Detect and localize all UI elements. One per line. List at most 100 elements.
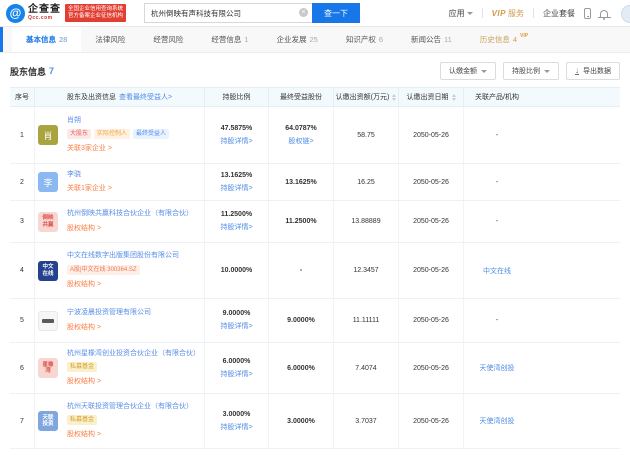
col-header-benefit: 最终受益股份 <box>268 88 333 106</box>
shareholding-detail-link[interactable]: 持股详情> <box>220 321 252 331</box>
shareholder-name-link[interactable]: 肖朔 <box>67 117 81 125</box>
mobile-app-icon[interactable] <box>584 8 591 19</box>
table-row: 6星橡湾 杭州星橡湾创业投资合伙企业（有限合伙） 私募基金股权结构 > 6.0000%… <box>10 343 620 394</box>
avatar-text: 李 <box>43 176 52 189</box>
related-product-value: - <box>496 179 498 186</box>
tab-label: 知识产权 <box>346 34 376 45</box>
date-value: 2050-05-26 <box>413 132 449 139</box>
tab-intellectual-property[interactable]: 知识产权6 <box>332 27 397 52</box>
shareholder-cell: 天联投资杭州天联投资管理合伙企业（有限合伙）私募基金股权结构 > <box>34 394 204 448</box>
sort-icon[interactable] <box>452 94 456 101</box>
chevron-down-icon <box>481 70 487 73</box>
shareholding-detail-link[interactable]: 持股详情> <box>220 183 252 193</box>
subscribed-capital-filter-button[interactable]: 认缴金额 <box>440 62 496 80</box>
shareholder-tag: A股|中文在线 300364.SZ <box>67 265 140 275</box>
related-product-value: - <box>496 218 498 225</box>
qcc-logo-icon[interactable]: @ <box>6 4 25 23</box>
shareholding-detail-link[interactable]: 持股详情> <box>220 422 252 432</box>
shareholder-name-link[interactable]: 中文在线数字出版集团股份有限公司 <box>67 252 179 260</box>
ratio-value: 6.0000% <box>223 358 251 365</box>
shareholder-avatar: 星橡湾 <box>38 358 58 378</box>
date-value: 2050-05-26 <box>413 218 449 225</box>
shareholder-sub-link[interactable]: 关联1家企业 > <box>67 183 112 193</box>
top-bar: @ 企查查 Qcc.com 全国企业信用查询系统 官方备案企业征信机构 × 查一… <box>0 0 630 27</box>
related-product-value[interactable]: 天使湾创投 <box>480 416 515 426</box>
benefit-value: - <box>300 267 302 274</box>
shareholder-tags: A股|中文在线 300364.SZ <box>67 265 140 275</box>
col-header-date-label: 认缴出资日期 <box>407 92 449 102</box>
related-cell: - <box>463 299 620 342</box>
brand-name: 企查查 <box>28 5 61 15</box>
tab-label: 基本信息 <box>26 34 56 45</box>
shareholder-sub-link[interactable]: 股权结构 > <box>67 322 101 332</box>
shareholder-info: 宁波凌晨投资管理有限公司股权结构 > <box>67 309 151 331</box>
subscribed-capital-filter-label: 认缴金额 <box>449 66 477 76</box>
table-header-row: 序号 股东及出资信息 查看最终受益人> 持股比例 最终受益股份 认缴出资额(万元… <box>10 87 620 107</box>
table-row: 5宁波凌晨投资管理有限公司股权结构 >9.0000%持股详情>9.0000%11… <box>10 299 620 343</box>
shareholder-sub-link[interactable]: 股权结构 > <box>67 429 101 439</box>
brand-block[interactable]: 企查查 Qcc.com <box>28 5 61 21</box>
tab-company-development[interactable]: 企业发展25 <box>263 27 332 52</box>
shareholder-sub-link[interactable]: 股权结构 > <box>67 223 101 233</box>
vip-service-link[interactable]: VIP 服务 <box>492 8 524 19</box>
shareholder-sub-link[interactable]: 股权结构 > <box>67 279 101 289</box>
amount-value: 11.11111 <box>353 317 380 324</box>
shareholder-name-link[interactable]: 杭州星橡湾创业投资合伙企业（有限合伙） <box>67 350 200 358</box>
shareholder-cell: 李 李骁关联1家企业 > <box>34 164 204 200</box>
ratio-value: 3.0000% <box>223 411 251 418</box>
badge-line1: 全国企业信用查询系统 <box>68 6 123 13</box>
row-index: 6 <box>10 343 34 393</box>
tab-basic-info[interactable]: 基本信息28 <box>12 27 81 52</box>
shareholder-sub-link[interactable]: 关联3家企业 > <box>67 143 112 153</box>
sort-icon[interactable] <box>392 94 396 101</box>
search-input[interactable] <box>144 3 312 23</box>
view-ultimate-beneficiary-link[interactable]: 查看最终受益人> <box>119 92 172 102</box>
col-header-shareholder-label: 股东及出资信息 <box>67 92 116 102</box>
apps-menu-label: 应用 <box>449 8 465 19</box>
equity-chain-link[interactable]: 股权链> <box>288 136 313 146</box>
col-header-ratio: 持股比例 <box>204 88 268 106</box>
tab-count: 25 <box>310 35 318 44</box>
shareholding-detail-link[interactable]: 持股详情> <box>220 222 252 232</box>
row-index: 4 <box>10 243 34 298</box>
shareholder-name-link[interactable]: 杭州天联投资管理合伙企业（有限合伙） <box>67 403 193 411</box>
tab-history[interactable]: 历史信息4VIP <box>466 27 542 52</box>
row-index: 1 <box>10 107 34 163</box>
user-avatar[interactable] <box>621 5 630 23</box>
related-cell: - <box>463 107 620 163</box>
tab-legal-risk[interactable]: 法律风险 <box>81 27 139 52</box>
shareholder-tags: 私募基金 <box>67 362 97 372</box>
shareholder-sub-link[interactable]: 股权结构 > <box>67 376 101 386</box>
amount-value: 7.4074 <box>355 365 376 372</box>
notification-bell-icon[interactable] <box>600 10 608 17</box>
tab-label: 企业发展 <box>277 34 307 45</box>
tab-operation-risk[interactable]: 经营风险 <box>139 27 197 52</box>
tab-news[interactable]: 新闻公告11 <box>397 27 466 52</box>
apps-menu[interactable]: 应用 <box>449 8 473 19</box>
shareholder-tag: 私募基金 <box>67 362 97 372</box>
export-data-button[interactable]: ↓ 导出数据 <box>566 62 620 80</box>
certification-badge: 全国企业信用查询系统 官方备案企业征信机构 <box>65 4 126 23</box>
shareholder-avatar: 中文在线 <box>38 261 58 281</box>
shareholding-ratio-filter-button[interactable]: 持股比例 <box>503 62 559 80</box>
related-product-value[interactable]: 天使湾创投 <box>480 363 515 373</box>
shareholder-info: 李骁关联1家企业 > <box>67 171 112 193</box>
tab-operation-info[interactable]: 经营信息1 <box>197 27 262 52</box>
shareholder-name-link[interactable]: 李骁 <box>67 171 81 179</box>
enterprise-plan-link[interactable]: 企业套餐 <box>543 8 575 19</box>
shareholding-detail-link[interactable]: 持股详情> <box>220 136 252 146</box>
shareholder-name-link[interactable]: 杭州倒映共赢科技合伙企业（有限合伙） <box>67 210 193 218</box>
amount-cell: 11.11111 <box>333 299 398 342</box>
menu-divider <box>533 8 534 18</box>
shareholding-detail-link[interactable]: 持股详情> <box>220 369 252 379</box>
row-index: 3 <box>10 201 34 242</box>
shareholder-name-link[interactable]: 宁波凌晨投资管理有限公司 <box>67 309 151 317</box>
amount-cell: 58.75 <box>333 107 398 163</box>
amount-value: 58.75 <box>357 132 375 139</box>
amount-value: 16.25 <box>357 179 375 186</box>
search-button[interactable]: 查一下 <box>312 3 360 23</box>
tab-count: 11 <box>444 35 452 44</box>
download-icon: ↓ <box>575 67 579 75</box>
related-product-value[interactable]: 中文在线 <box>483 266 511 276</box>
shareholder-info: 杭州星橡湾创业投资合伙企业（有限合伙） 私募基金股权结构 > <box>67 350 200 386</box>
